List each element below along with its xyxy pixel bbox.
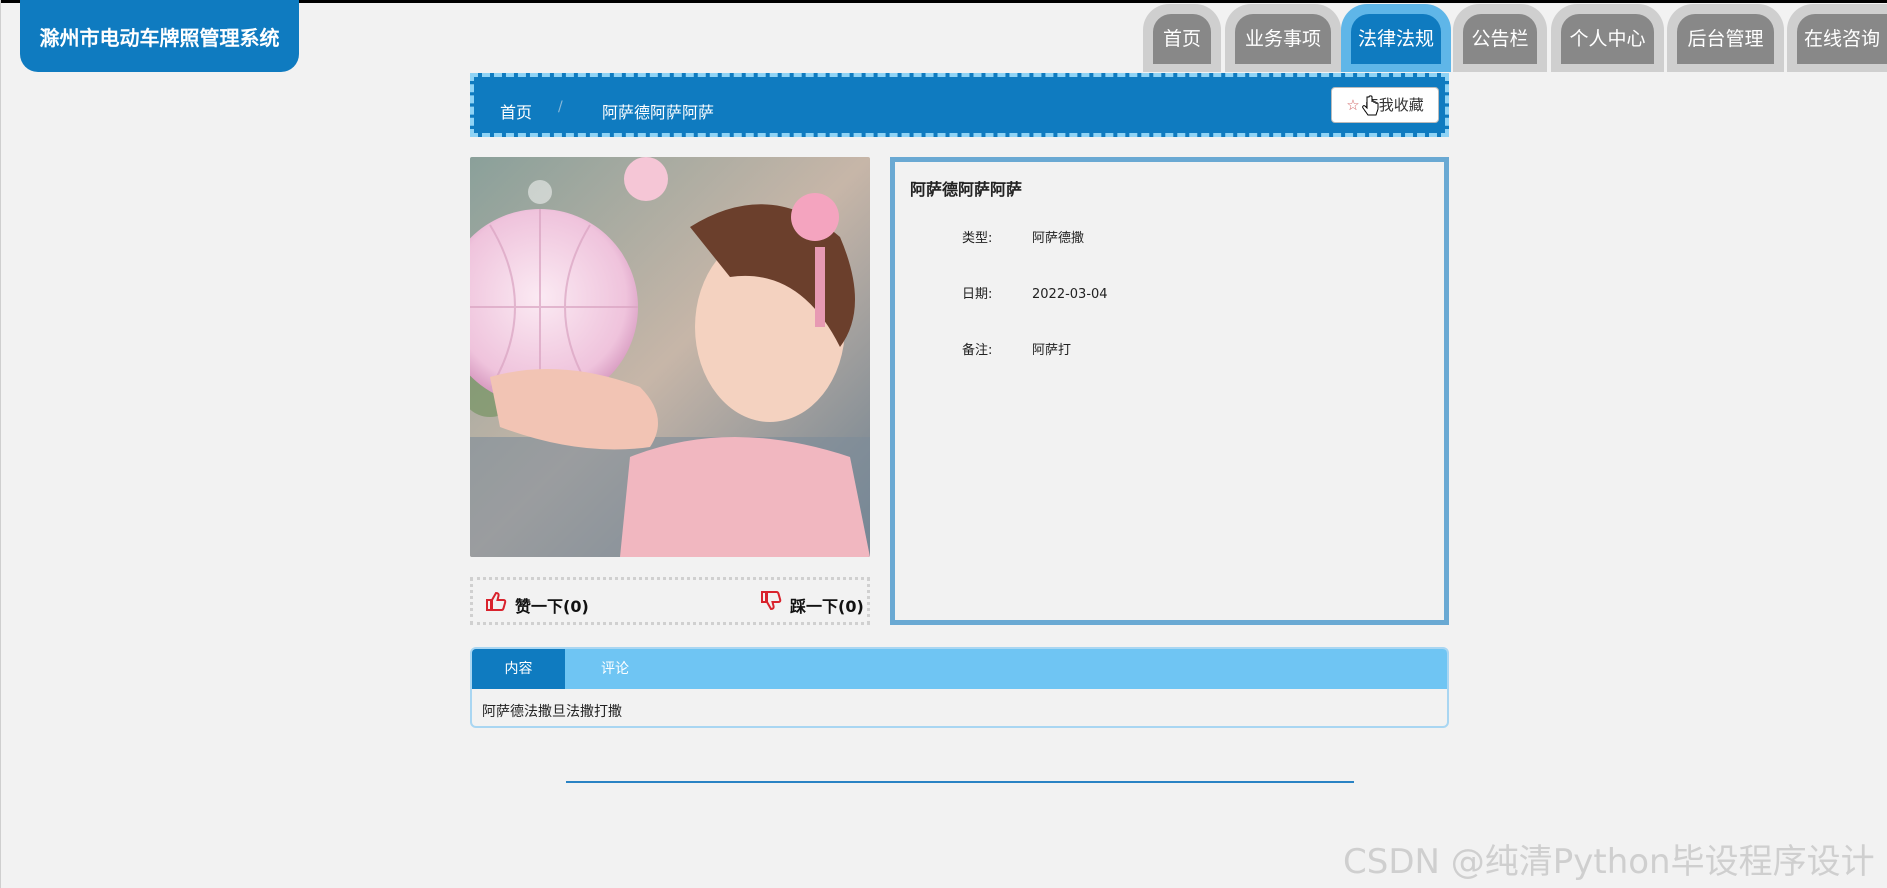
breadcrumb-home[interactable]: 首页 bbox=[500, 99, 532, 123]
tab-content[interactable]: 内容 bbox=[472, 649, 565, 689]
nav-item-business[interactable]: 业务事项 bbox=[1225, 4, 1341, 72]
nav-item-label: 个人中心 bbox=[1561, 14, 1654, 64]
nav-item-home[interactable]: 首页 bbox=[1143, 4, 1221, 72]
detail-value: 阿萨德撒 bbox=[1032, 231, 1085, 246]
tabs-header: 内容 评论 bbox=[472, 649, 1447, 689]
watermark-text: CSDN @纯清Python毕设程序设计 bbox=[1343, 842, 1875, 882]
star-icon: ☆ bbox=[1346, 96, 1360, 114]
favorite-button[interactable]: ☆ 点我收藏 bbox=[1331, 87, 1439, 123]
detail-title: 阿萨德阿萨阿萨 bbox=[910, 180, 1023, 199]
thumbs-down-icon bbox=[761, 591, 782, 611]
detail-label: 类型: bbox=[962, 231, 993, 246]
breadcrumb-separator: / bbox=[558, 99, 563, 115]
content-tabs: 内容 评论 阿萨德法撒旦法撒打撒 bbox=[470, 647, 1449, 728]
detail-value: 2022-03-04 bbox=[1032, 287, 1108, 302]
like-button[interactable]: 赞一下(0) bbox=[485, 591, 589, 617]
breadcrumb-current: 阿萨德阿萨阿萨 bbox=[602, 103, 715, 122]
nav-item-laws[interactable]: 法律法规 bbox=[1341, 4, 1451, 72]
nav-item-label: 公告栏 bbox=[1463, 14, 1537, 64]
detail-value: 阿萨打 bbox=[1032, 343, 1072, 358]
nav-item-label: 后台管理 bbox=[1677, 14, 1774, 64]
tab-content-text: 阿萨德法撒旦法撒打撒 bbox=[482, 704, 622, 720]
detail-label: 备注: bbox=[962, 343, 993, 358]
dislike-button[interactable]: 踩一下(0) bbox=[760, 591, 864, 617]
tab-comments[interactable]: 评论 bbox=[565, 649, 665, 689]
main-nav: 首页 业务事项 法律法规 公告栏 个人中心 后台管理 在线咨询 bbox=[0, 4, 1887, 74]
left-border-line bbox=[0, 0, 1, 888]
detail-row-remark: 备注: 阿萨打 bbox=[962, 339, 1071, 358]
thumbs-up-icon bbox=[486, 591, 507, 611]
nav-item-consult[interactable]: 在线咨询 bbox=[1787, 4, 1887, 72]
article-image bbox=[470, 157, 870, 557]
nav-item-label: 法律法规 bbox=[1351, 14, 1441, 64]
footer-divider bbox=[566, 781, 1354, 783]
nav-item-profile[interactable]: 个人中心 bbox=[1551, 4, 1664, 72]
nav-item-label: 业务事项 bbox=[1235, 14, 1331, 64]
breadcrumb-bar: 首页 / 阿萨德阿萨阿萨 ☆ 点我收藏 bbox=[470, 73, 1449, 137]
nav-item-notice[interactable]: 公告栏 bbox=[1453, 4, 1547, 72]
detail-row-date: 日期: 2022-03-04 bbox=[962, 283, 1108, 302]
nav-item-admin[interactable]: 后台管理 bbox=[1667, 4, 1784, 72]
detail-panel: 阿萨德阿萨阿萨 类型: 阿萨德撒 日期: 2022-03-04 备注: 阿萨打 bbox=[890, 157, 1449, 625]
detail-row-type: 类型: 阿萨德撒 bbox=[962, 227, 1084, 246]
hand-cursor-icon bbox=[1362, 95, 1379, 116]
detail-label: 日期: bbox=[962, 287, 993, 302]
nav-item-label: 在线咨询 bbox=[1797, 14, 1887, 64]
nav-item-label: 首页 bbox=[1153, 14, 1211, 64]
vote-panel: 赞一下(0) 踩一下(0) bbox=[470, 577, 870, 625]
